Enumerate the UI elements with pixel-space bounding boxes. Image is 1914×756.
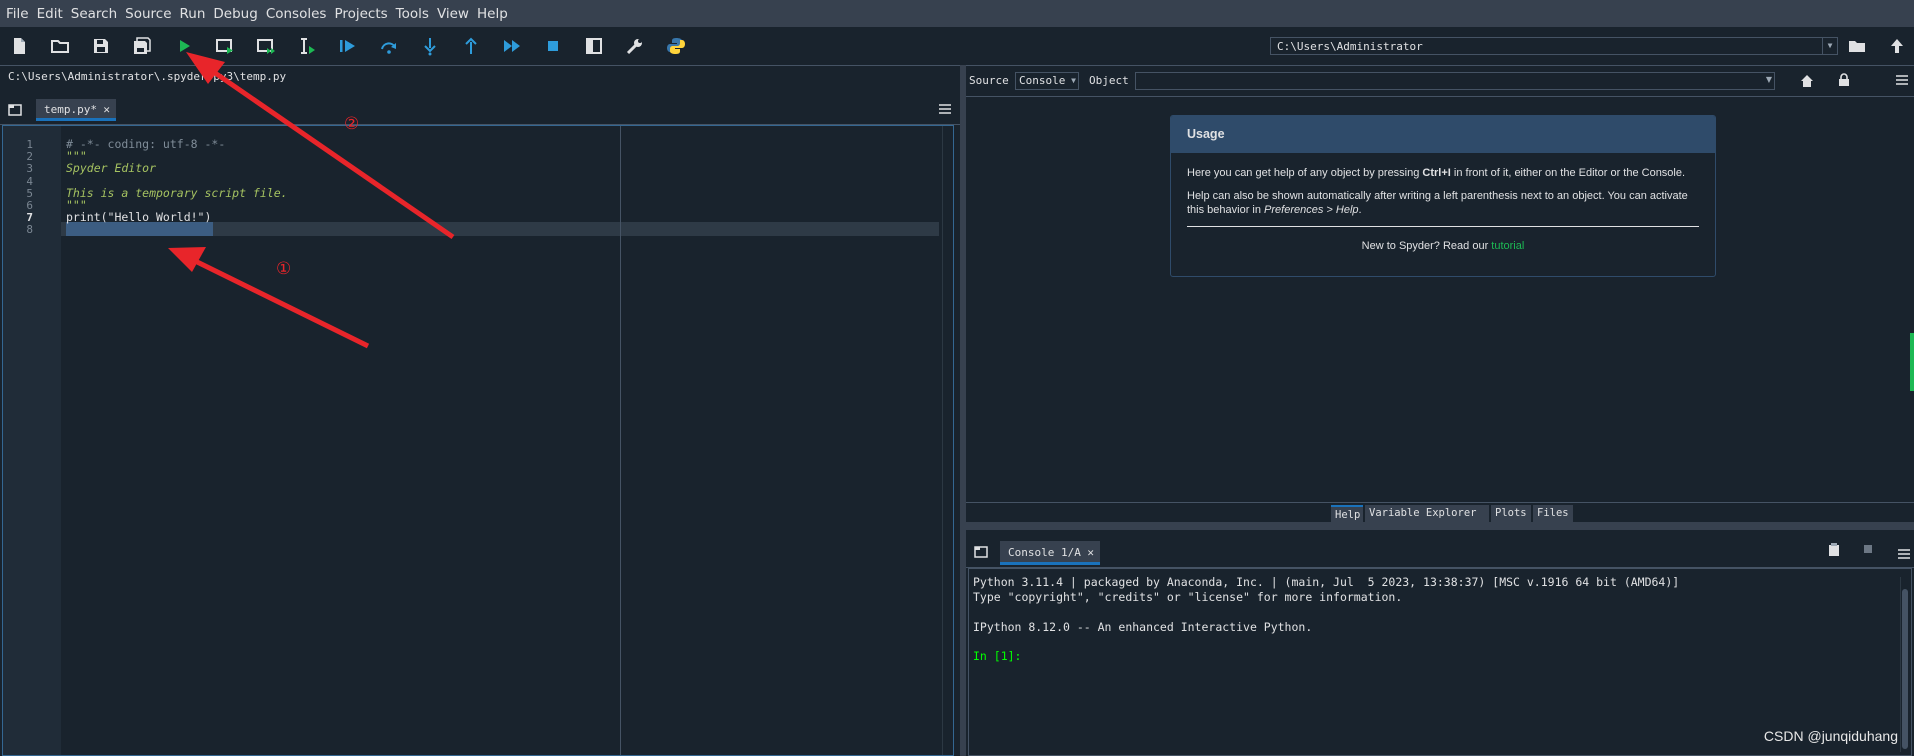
tutorial-link[interactable]: tutorial [1491, 240, 1524, 252]
console-scrollbar[interactable] [1900, 577, 1909, 752]
console-tab-label: Console 1/A [1008, 546, 1081, 559]
chevron-down-icon: ▼ [1071, 76, 1076, 85]
home-icon[interactable] [1800, 74, 1814, 88]
working-directory-value: C:\Users\Administrator [1277, 40, 1423, 53]
usage-paragraph-1: Here you can get help of any object by p… [1171, 166, 1715, 180]
console-scroll-thumb[interactable] [1902, 589, 1908, 749]
chevron-down-icon[interactable]: ▼ [1822, 38, 1837, 54]
help-pane-tabs: Help Variable Explorer Plots Files [966, 502, 1914, 523]
pane-options-menu-icon[interactable] [1898, 544, 1910, 559]
usage-p2-text: Help can also be shown automatically aft… [1187, 190, 1688, 216]
close-icon[interactable]: ✕ [1087, 541, 1094, 565]
usage-p1-text: Here you can get help of any object by p… [1187, 167, 1423, 179]
usage-footer: New to Spyder? Read our tutorial [1171, 239, 1715, 253]
usage-footer-text: New to Spyder? Read our [1361, 240, 1492, 252]
tab-variable-explorer[interactable]: Variable Explorer [1365, 505, 1489, 522]
arrow-two [203, 63, 455, 240]
side-scroll-indicator [1910, 333, 1914, 391]
annotation-arrows [168, 52, 455, 349]
watermark: CSDN @junqiduhang [1763, 728, 1898, 744]
browse-tabs-icon[interactable] [974, 543, 988, 558]
horizontal-splitter[interactable] [966, 522, 1914, 530]
stop-kernel-icon[interactable] [1864, 545, 1872, 553]
source-label: Source [969, 74, 1009, 87]
help-content: Usage Here you can get help of any objec… [966, 97, 1914, 502]
chevron-down-icon: ▼ [1765, 75, 1772, 84]
parent-directory-icon[interactable] [1886, 35, 1908, 57]
console-prompt: In [1]: [973, 649, 1022, 663]
console-line: IPython 8.12.0 -- An enhanced Interactiv… [973, 620, 1313, 634]
tab-console-1a[interactable]: Console 1/A ✕ [1000, 541, 1100, 565]
object-label: Object [1089, 74, 1129, 87]
clipboard-icon[interactable] [1828, 542, 1840, 556]
arrow-two-head [186, 52, 225, 84]
annotation-one: ① [276, 259, 292, 279]
console-line: Python 3.11.4 | packaged by Anaconda, In… [973, 575, 1680, 589]
usage-title: Usage [1171, 116, 1715, 153]
usage-shortcut: Ctrl+I [1422, 167, 1451, 179]
usage-p1-text-end: in front of it, either on the Editor or … [1450, 167, 1686, 179]
arrow-one-head [168, 247, 206, 272]
console-tab-bar: Console 1/A ✕ [966, 531, 1914, 568]
working-directory-combo[interactable]: C:\Users\Administrator ▼ [1270, 37, 1838, 55]
usage-preferences-path: Preferences > Help [1264, 204, 1359, 216]
usage-paragraph-2: Help can also be shown automatically aft… [1171, 189, 1715, 217]
usage-p2-end: . [1358, 204, 1362, 216]
browse-folder-icon[interactable] [1846, 35, 1868, 57]
tab-files[interactable]: Files [1533, 505, 1573, 522]
source-combo[interactable]: Console ▼ [1015, 72, 1079, 90]
source-combo-value: Console [1019, 74, 1066, 87]
annotation-two: ② [344, 114, 360, 134]
help-toolbar: Source Console ▼ Object ▼ [966, 66, 1914, 97]
lock-icon[interactable] [1837, 73, 1851, 87]
object-input[interactable]: ▼ [1135, 72, 1775, 90]
tab-plots[interactable]: Plots [1491, 505, 1531, 522]
tab-help[interactable]: Help [1331, 505, 1363, 522]
console-line: Type "copyright", "credits" or "license"… [973, 590, 1403, 604]
usage-divider [1187, 226, 1699, 227]
pane-options-menu-icon[interactable] [1896, 75, 1908, 85]
usage-card: Usage Here you can get help of any objec… [1170, 115, 1716, 277]
